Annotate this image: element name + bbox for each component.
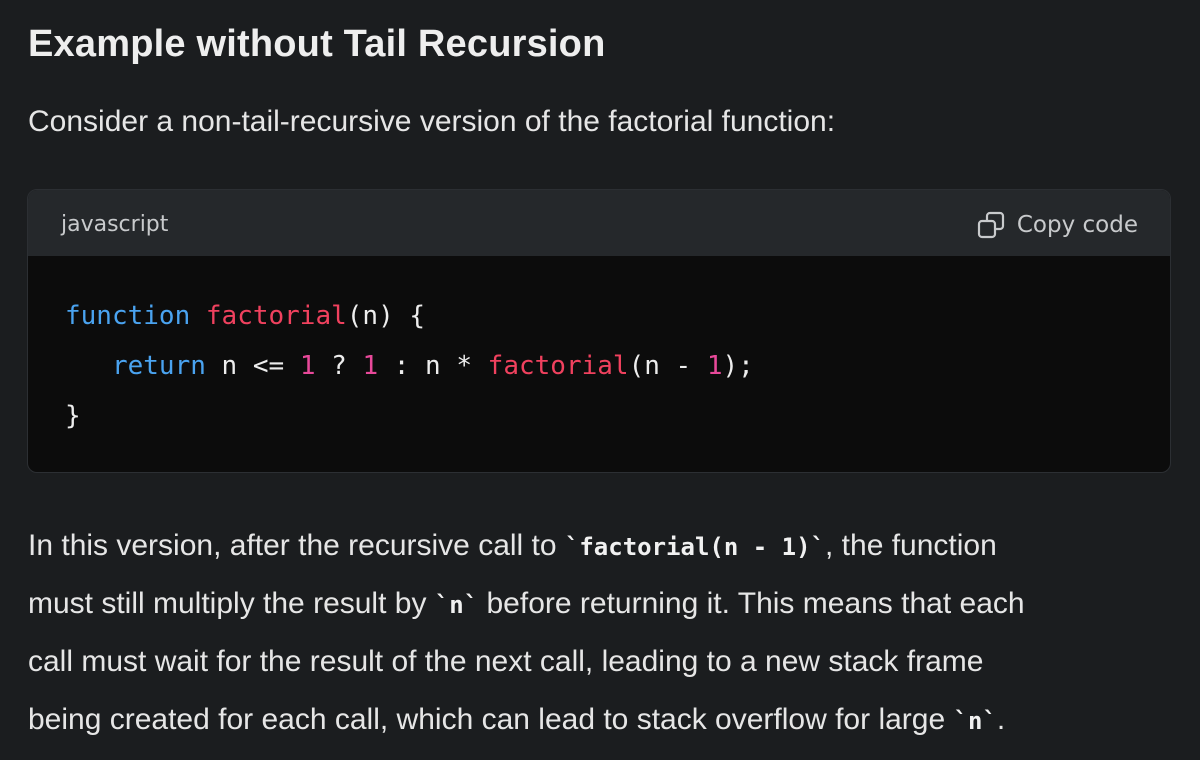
code-token-kw: return — [111, 351, 206, 381]
code-token-num: 1 — [362, 351, 379, 381]
copy-code-label: Copy code — [1016, 212, 1138, 238]
code-token-fn: factorial — [487, 351, 629, 381]
intro-text: Consider a non-tail-recursive version of… — [28, 105, 836, 138]
code-line: function factorial(n) { — [65, 291, 1170, 341]
inline-code: `n` — [953, 707, 997, 735]
copy-code-button[interactable]: Copy code — [977, 207, 1138, 243]
code-token-plain: ? — [315, 351, 363, 381]
inline-code: `factorial(n - 1)` — [564, 533, 825, 561]
code-token-plain: ); — [722, 351, 754, 381]
paragraph-line: being created for each call, which can l… — [28, 691, 1178, 749]
paragraph-text: call must wait for the result of the nex… — [28, 645, 984, 678]
paragraph-text: must still multiply the result by — [28, 587, 435, 620]
section-heading: Example without Tail Recursion — [28, 23, 606, 65]
paragraph-line: must still multiply the result by `n` be… — [28, 575, 1178, 633]
code-token-plain: n <= — [205, 351, 300, 381]
explanation-paragraph: In this version, after the recursive cal… — [28, 517, 1178, 749]
paragraph-text: before returning it. This means that eac… — [478, 587, 1025, 620]
copy-icon — [977, 211, 1005, 239]
paragraph-text: In this version, after the recursive cal… — [28, 529, 565, 562]
paragraph-text: , the function — [825, 529, 997, 562]
code-token-plain: (n) { — [346, 301, 426, 331]
code-token-fn: factorial — [205, 301, 347, 331]
code-token-num: 1 — [706, 351, 723, 381]
paragraph-text: being created for each call, which can l… — [28, 703, 954, 736]
code-token-kw: function — [65, 301, 191, 331]
code-block: javascript Copy code function factorial(… — [27, 189, 1171, 473]
inline-code: `n` — [434, 591, 479, 619]
code-token-num: 1 — [299, 351, 316, 381]
code-line: } — [65, 391, 1170, 441]
code-language-label: javascript — [61, 212, 169, 237]
paragraph-text: . — [996, 703, 1006, 736]
code-block-header: javascript Copy code — [28, 190, 1170, 256]
code-token-plain: : n * — [378, 351, 488, 381]
code-content[interactable]: function factorial(n) { return n <= 1 ? … — [28, 256, 1170, 472]
code-token-plain: (n - — [628, 351, 707, 381]
code-line: return n <= 1 ? 1 : n * factorial(n - 1)… — [65, 341, 1170, 391]
paragraph-line: call must wait for the result of the nex… — [28, 633, 1178, 691]
paragraph-line: In this version, after the recursive cal… — [28, 517, 1178, 575]
code-token-plain: } — [65, 401, 81, 431]
